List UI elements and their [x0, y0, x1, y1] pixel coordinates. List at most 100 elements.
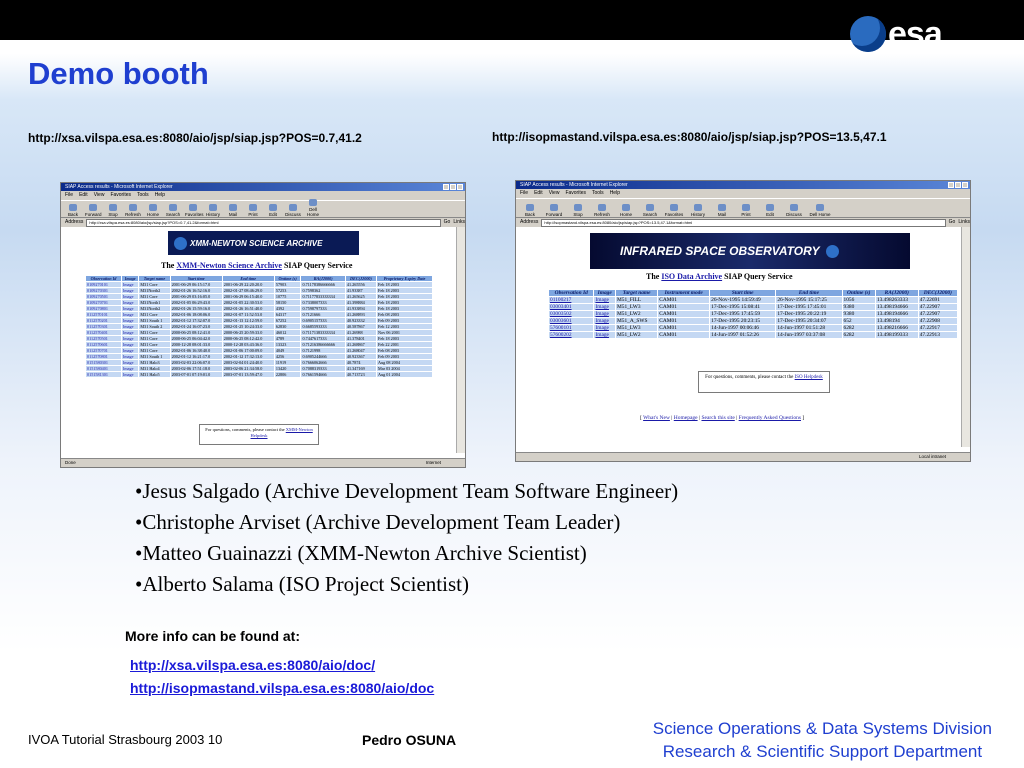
- discuss-icon: [289, 204, 297, 211]
- edit-button[interactable]: Edit: [760, 204, 780, 217]
- go-button[interactable]: Go: [444, 218, 451, 227]
- iso-siap-url[interactable]: http://isopmastand.vilspa.esa.es:8080/ai…: [492, 130, 887, 144]
- iso-browser-window: SIAP Access results - Microsoft Internet…: [515, 180, 971, 462]
- favorites-button[interactable]: Favorites: [185, 204, 204, 217]
- links-button[interactable]: Links: [453, 218, 465, 227]
- edit-icon: [269, 204, 277, 211]
- search-icon: [169, 204, 177, 211]
- table-cell: 14-Jun-1997 00:06:46: [709, 324, 777, 332]
- observation-id-link[interactable]: 03003401: [547, 303, 595, 311]
- refresh-button[interactable]: Refresh: [592, 204, 612, 217]
- dell-home-button[interactable]: Dell Home: [808, 204, 832, 217]
- home-button[interactable]: Home: [145, 204, 161, 217]
- toolbar: Back Forward Stop Refresh Home Search Fa…: [61, 199, 465, 218]
- address-input[interactable]: http://xsa.vilspa.esa.es:8080/aio/jsp/si…: [86, 218, 441, 227]
- go-button[interactable]: Go: [949, 218, 956, 227]
- xmm-browser-window: SIAP Access results - Microsoft Internet…: [60, 182, 466, 468]
- close-icon[interactable]: [962, 182, 968, 188]
- image-link[interactable]: Image: [593, 324, 616, 332]
- back-button[interactable]: Back: [520, 204, 540, 217]
- observation-id-link[interactable]: 57600202: [547, 331, 595, 339]
- faq-link[interactable]: Frequently Asked Questions: [739, 415, 801, 421]
- xmm-siap-url[interactable]: http://xsa.vilspa.esa.es:8080/aio/jsp/si…: [28, 131, 362, 145]
- image-link[interactable]: Image: [593, 310, 616, 318]
- forward-button[interactable]: Forward: [85, 204, 102, 217]
- image-link[interactable]: Image: [593, 296, 616, 304]
- discuss-button[interactable]: Discuss: [784, 204, 804, 217]
- mail-button[interactable]: Mail: [225, 204, 241, 217]
- iso-archive-link[interactable]: ISO Data Archive: [661, 272, 722, 281]
- status-zone: Internet: [425, 460, 441, 465]
- menu-tools[interactable]: Tools: [137, 191, 149, 200]
- table-cell: 17-Dec-1995 20:34:07: [775, 317, 843, 325]
- stop-button[interactable]: Stop: [568, 204, 588, 217]
- menu-bar: File Edit View Favorites Tools Help: [516, 189, 970, 198]
- links-button[interactable]: Links: [958, 218, 970, 227]
- xmm-banner: XMM-NEWTON SCIENCE ARCHIVE: [168, 231, 359, 255]
- print-button[interactable]: Print: [736, 204, 756, 217]
- menu-edit[interactable]: Edit: [79, 191, 88, 200]
- edit-button[interactable]: Edit: [265, 204, 281, 217]
- menu-file[interactable]: File: [520, 189, 528, 198]
- observation-id-link[interactable]: 01100217: [547, 296, 595, 304]
- mail-button[interactable]: Mail: [712, 204, 732, 217]
- vertical-scrollbar[interactable]: [456, 227, 465, 453]
- favorites-button[interactable]: Favorites: [664, 204, 684, 217]
- mail-icon: [718, 204, 726, 211]
- image-link[interactable]: Image: [593, 331, 616, 339]
- close-icon[interactable]: [457, 184, 463, 190]
- stop-button[interactable]: Stop: [105, 204, 121, 217]
- table-cell: 13.498194: [874, 317, 919, 325]
- observation-id-link[interactable]: 03003502: [547, 310, 595, 318]
- history-icon: [694, 204, 702, 211]
- table-cell: 13.498194666: [874, 303, 919, 311]
- table-row: 03003502 Image M51_LW2 CAM01 17-Dec-1995 17:…: [547, 310, 959, 318]
- maximize-icon[interactable]: [450, 184, 456, 190]
- xmm-archive-link[interactable]: XMM-Newton Science Archive: [176, 261, 282, 270]
- maximize-icon[interactable]: [955, 182, 961, 188]
- menu-view[interactable]: View: [94, 191, 105, 200]
- history-button[interactable]: History: [205, 204, 221, 217]
- back-button[interactable]: Back: [65, 204, 81, 217]
- history-button[interactable]: History: [688, 204, 708, 217]
- menu-help[interactable]: Help: [155, 191, 165, 200]
- observation-id-link[interactable]: 57600101: [547, 324, 595, 332]
- table-cell: 13.498194666: [874, 310, 919, 318]
- print-button[interactable]: Print: [245, 204, 261, 217]
- menu-favorites[interactable]: Favorites: [565, 189, 586, 198]
- refresh-button[interactable]: Refresh: [125, 204, 141, 217]
- whats-new-link[interactable]: What's New: [643, 415, 670, 421]
- vertical-scrollbar[interactable]: [961, 227, 970, 447]
- address-label: Address: [65, 219, 84, 225]
- iso-helpdesk-link[interactable]: ISO Helpdesk: [795, 375, 823, 380]
- minimize-icon[interactable]: [443, 184, 449, 190]
- menu-view[interactable]: View: [549, 189, 560, 198]
- search-button[interactable]: Search: [165, 204, 181, 217]
- menu-help[interactable]: Help: [610, 189, 620, 198]
- menu-edit[interactable]: Edit: [534, 189, 543, 198]
- table-cell: M51_A_SWS: [614, 317, 659, 325]
- table-cell: CAM01: [657, 324, 711, 332]
- image-link[interactable]: Image: [120, 371, 140, 378]
- column-header: Instrument mode: [657, 289, 711, 297]
- image-link[interactable]: Image: [593, 303, 616, 311]
- address-input[interactable]: http://isopmastand.vilspa.esa.es:8080/ai…: [541, 218, 946, 227]
- observation-id-link[interactable]: 0151581301: [85, 371, 122, 378]
- table-cell: CAM01: [657, 331, 711, 339]
- discuss-button[interactable]: Discuss: [285, 204, 301, 217]
- iso-doc-link[interactable]: http://isopmastand.vilspa.esa.es:8080/ai…: [130, 680, 434, 696]
- table-cell: 652: [841, 317, 876, 325]
- observation-id-link[interactable]: 03003601: [547, 317, 595, 325]
- image-link[interactable]: Image: [593, 317, 616, 325]
- forward-button[interactable]: Forward: [544, 204, 564, 217]
- minimize-icon[interactable]: [948, 182, 954, 188]
- menu-tools[interactable]: Tools: [592, 189, 604, 198]
- xsa-doc-link[interactable]: http://xsa.vilspa.esa.es:8080/aio/doc/: [130, 657, 375, 673]
- home-button[interactable]: Home: [616, 204, 636, 217]
- search-site-link[interactable]: Search this site: [701, 415, 734, 421]
- menu-favorites[interactable]: Favorites: [110, 191, 131, 200]
- homepage-link[interactable]: Homepage: [674, 415, 698, 421]
- dell-home-button[interactable]: Dell Home: [305, 199, 321, 217]
- search-button[interactable]: Search: [640, 204, 660, 217]
- menu-file[interactable]: File: [65, 191, 73, 200]
